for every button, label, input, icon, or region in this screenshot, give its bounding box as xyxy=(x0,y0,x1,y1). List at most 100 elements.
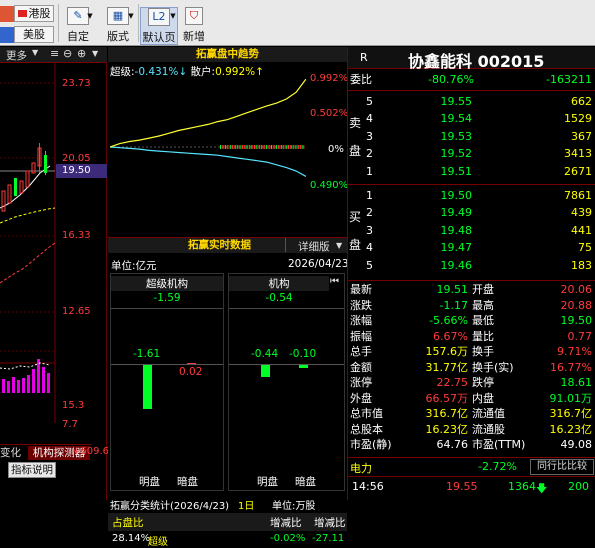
order-volume: 3413 xyxy=(564,147,592,161)
order-level: 5 xyxy=(366,95,373,108)
card-divider xyxy=(229,308,344,309)
trend-tick-mark xyxy=(225,145,227,149)
kline-panel: 更多 ▼ ≡ ⊖ ⊕ ▼ 23.73 20.05 19.50 16.33 12.… xyxy=(0,47,110,500)
trend-y-label: 0% xyxy=(328,144,344,155)
order-volume: 7861 xyxy=(564,189,592,202)
stat-value: 91.01万 xyxy=(549,391,593,405)
detail-dropdown-icon[interactable]: ▼ xyxy=(336,241,342,250)
order-volume: 1529 xyxy=(564,112,592,126)
column-header: 增减比 xyxy=(270,517,302,529)
quote-stat-row: 外盘 66.57万 内盘 91.01万 xyxy=(348,391,595,406)
stats-table-header: 占盘比 增减比 增减比 xyxy=(108,513,347,531)
trend-tick-mark xyxy=(226,145,228,149)
stat-value: 20.06 xyxy=(560,283,593,296)
us-stock-button[interactable]: 美股 xyxy=(14,26,54,43)
stat-label: 总股本 xyxy=(350,422,383,436)
trend-tick-mark xyxy=(293,145,295,149)
collapse-icon[interactable]: ⏮ xyxy=(330,276,339,287)
baseline xyxy=(229,364,344,365)
y-label: 15.3 xyxy=(62,400,85,411)
indicator-help-button[interactable]: 指标说明 xyxy=(8,462,56,478)
trend-legend: 超级:-0.431%↓ 散户:0.992%↑ xyxy=(110,66,264,78)
trend-tick-mark xyxy=(252,145,254,149)
quote-stat-row: 总股本 16.23亿 流通股 16.23亿 xyxy=(348,422,595,437)
stat-value: 22.75 xyxy=(436,376,469,389)
stat-label: 换手 xyxy=(472,345,494,358)
detail-version-button[interactable]: 详细版 xyxy=(298,239,330,254)
table-row: 28.14% 超级 -0.02% -27.11 xyxy=(108,533,347,548)
order-level-row: 2 19.52 3413 xyxy=(348,145,595,162)
more-menu[interactable]: 更多 xyxy=(6,48,27,63)
trend-tick-mark xyxy=(247,145,249,149)
trend-y-label: 0.502% xyxy=(310,108,349,119)
hk-stock-button[interactable]: 港股 xyxy=(14,5,54,22)
tab-change[interactable]: 变化 xyxy=(0,446,26,460)
order-level: 1 xyxy=(366,164,373,178)
order-level-row: 4 19.54 1529 xyxy=(348,110,595,127)
classify-stats-bar: 拓赢分类统计(2026/4/23) 1日 单位:万股 xyxy=(108,497,347,513)
layout-dropdown-icon[interactable]: ▼ xyxy=(127,8,135,24)
peer-compare-button[interactable]: 同行比比较 xyxy=(530,459,594,475)
custom-dropdown-icon[interactable]: ▼ xyxy=(86,8,94,24)
y-label: 16.33 xyxy=(62,230,91,241)
panel-dropdown-icon[interactable]: ▼ xyxy=(92,49,98,58)
ma-line xyxy=(0,242,56,284)
order-volume: 2671 xyxy=(564,164,592,178)
quote-stats: 最新 19.51 开盘 20.06 涨跌 -1.17 最高 20.88 涨幅 -5.66% 最低 19… xyxy=(348,280,595,470)
stat-label: 金额 xyxy=(350,360,372,374)
order-level-row: 3 19.53 367 xyxy=(348,128,595,145)
trend-tick-mark xyxy=(291,145,293,149)
trend-tick-mark xyxy=(259,145,261,149)
quote-panel: R 协鑫能科 002015 委比 -80.76% -163211 5 19.55 6… xyxy=(347,47,595,500)
trend-tick-mark xyxy=(262,145,264,149)
order-level: 3 xyxy=(366,129,373,143)
menu-icon[interactable]: ≡ xyxy=(50,47,59,60)
quote-stat-row: 总市值 316.7亿 流通值 316.7亿 xyxy=(348,406,595,421)
trend-tick-mark xyxy=(240,145,242,149)
order-volume: 441 xyxy=(571,223,592,237)
sell-side-label: 盘 xyxy=(349,144,362,158)
us-flag-icon[interactable] xyxy=(0,27,14,43)
trend-tick-mark xyxy=(238,145,240,149)
trend-tick-mark xyxy=(260,145,262,149)
stock-name: 协鑫能科 002015 xyxy=(408,52,545,71)
stat-label: 市盈(TTM) xyxy=(472,438,526,451)
stat-value: 20.88 xyxy=(560,298,593,312)
bar-hidden xyxy=(187,363,196,364)
period-selector[interactable]: 1日 xyxy=(238,497,254,512)
column-header: 占盘比 xyxy=(112,517,144,529)
ma-line xyxy=(0,207,56,224)
y-label: +609.6 xyxy=(72,446,110,457)
order-ratio-row: 委比 -80.76% -163211 xyxy=(350,73,592,86)
trend-tick-mark xyxy=(231,145,233,149)
current-price-marker: 19.50 xyxy=(56,164,107,178)
stat-label: 开盘 xyxy=(472,283,494,296)
flag-icon[interactable] xyxy=(0,6,14,22)
table-cell: 28.14% xyxy=(112,533,151,544)
more-dropdown-icon[interactable]: ▼ xyxy=(32,48,38,57)
kline-header: 更多 ▼ ≡ ⊖ ⊕ ▼ xyxy=(0,47,107,63)
volume-bars xyxy=(2,359,50,393)
new-button[interactable]: ⛉ 新增 xyxy=(180,7,208,45)
zoom-out-icon[interactable]: ⊖ xyxy=(63,47,72,60)
trend-tick-mark xyxy=(271,145,272,149)
table-cell: 超级 xyxy=(148,537,168,548)
trend-tick-mark xyxy=(301,145,303,149)
trend-tick-mark xyxy=(248,145,250,149)
order-level-row: 1 19.51 2671 xyxy=(348,163,595,180)
trend-chart xyxy=(110,79,306,178)
trend-tick-mark xyxy=(255,145,257,149)
stat-label: 涨停 xyxy=(350,376,372,389)
order-price: 19.51 xyxy=(440,164,473,178)
trend-tick-mark xyxy=(230,145,232,149)
zoom-in-icon[interactable]: ⊕ xyxy=(77,47,86,60)
sector-row: 电力 -2.72% 同行比比较 xyxy=(348,457,595,475)
sector-name[interactable]: 电力 xyxy=(350,460,372,476)
order-level: 2 xyxy=(366,206,373,220)
trend-series-line xyxy=(110,146,306,178)
trend-tick-mark xyxy=(279,145,281,149)
default-dropdown-icon[interactable]: ▼ xyxy=(169,8,177,24)
tick-time: 14:56 xyxy=(352,480,384,493)
trend-tick-mark xyxy=(286,145,288,149)
stat-value: -1.17 xyxy=(439,298,468,312)
